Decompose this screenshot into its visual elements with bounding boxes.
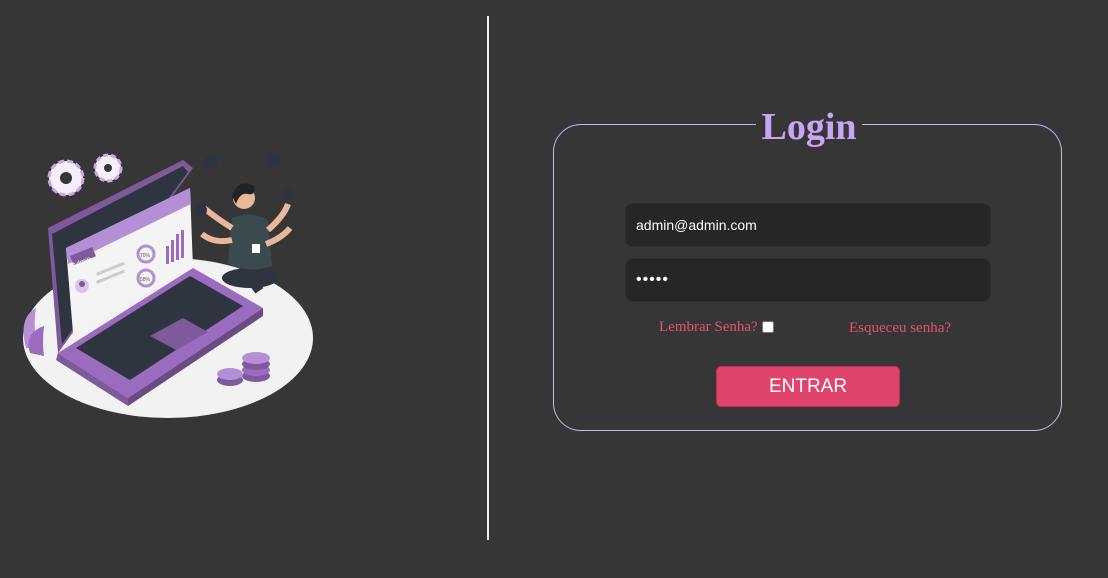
remember-password[interactable]: Lembrar Senha? (659, 317, 774, 337)
password-input[interactable] (625, 258, 991, 302)
settings-icon (267, 153, 281, 167)
remember-password-label: Lembrar Senha? (659, 318, 758, 335)
admin-dashboard-illustration: Admin 70% 58% (23, 153, 313, 418)
remember-password-checkbox[interactable] (761, 321, 774, 333)
enter-button[interactable]: ENTRAR (716, 366, 900, 407)
login-title: Login (756, 104, 862, 150)
dollar-icon (195, 204, 207, 216)
chart-percent-58: 58% (140, 277, 151, 283)
gear-small-icon (282, 188, 294, 200)
gear-icon (47, 159, 85, 197)
chart-percent-70: 70% (140, 253, 151, 259)
illustration-panel: Admin 70% 58% (0, 0, 487, 578)
vertical-divider (487, 16, 489, 540)
email-input[interactable] (625, 203, 991, 247)
forgot-password-link[interactable]: Esqueceu senha? (849, 320, 951, 337)
finance-icon (204, 155, 218, 169)
gear-icon (93, 153, 123, 183)
